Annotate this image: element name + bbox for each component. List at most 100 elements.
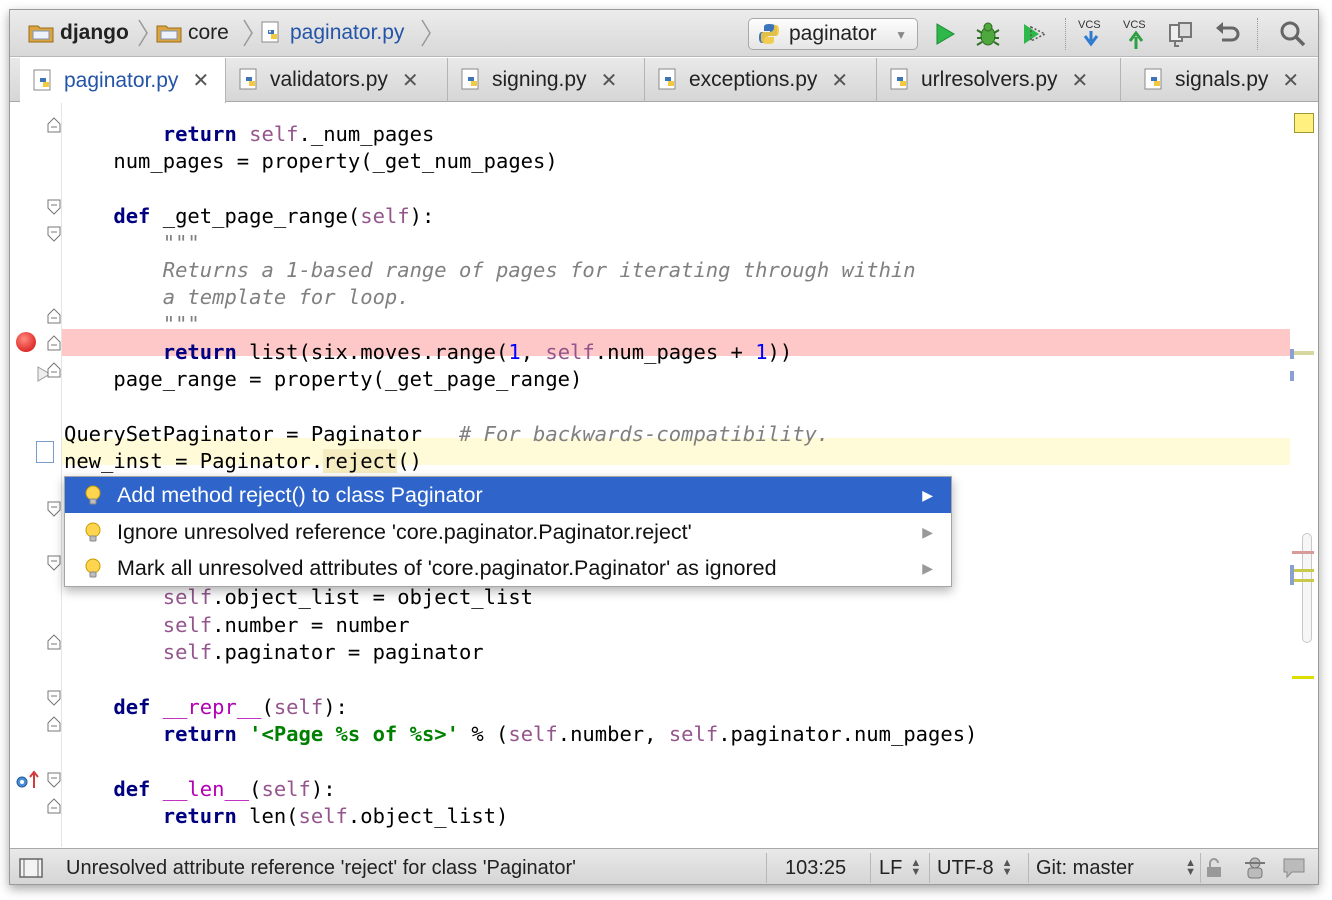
code-line: new_inst = Paginator.reject()	[64, 449, 422, 473]
close-icon[interactable]: ✕	[831, 68, 848, 93]
python-file-icon	[657, 68, 681, 92]
close-icon[interactable]: ✕	[192, 68, 209, 93]
run-with-coverage-button[interactable]	[1018, 17, 1052, 51]
error-stripe-marker[interactable]	[1292, 351, 1314, 355]
error-stripe-marker[interactable]	[1292, 676, 1314, 679]
fold-start-icon[interactable]	[46, 554, 62, 572]
fold-end-icon[interactable]	[46, 361, 62, 379]
python-file-icon	[238, 68, 262, 92]
search-everywhere-button[interactable]	[1276, 17, 1310, 51]
tab-validators[interactable]: validators.py ✕	[226, 58, 448, 102]
breadcrumb-item-paginator[interactable]: paginator.py	[260, 20, 404, 46]
svg-text:VCS: VCS	[1123, 19, 1146, 31]
vcs-commit-button[interactable]: VCS	[1119, 17, 1153, 51]
fold-end-icon[interactable]	[46, 633, 62, 651]
encoding-select[interactable]: UTF-8 ▲ ▼	[937, 849, 1013, 884]
unlock-icon	[1207, 858, 1221, 877]
fold-end-icon[interactable]	[46, 797, 62, 815]
error-stripe-marker[interactable]	[1290, 371, 1294, 381]
code-line: def _get_page_range(self):	[113, 204, 435, 228]
lightbulb-icon	[81, 520, 105, 544]
compare-icon	[1169, 22, 1192, 47]
code-line: self.object_list = object_list	[162, 585, 534, 609]
revert-button[interactable]	[1210, 17, 1244, 51]
fold-end-icon[interactable]	[46, 116, 62, 134]
editor-tab-bar: paginator.py ✕ validators.py ✕ signing.p…	[10, 58, 1318, 103]
toolbar-separator	[1065, 18, 1066, 50]
vcs-update-button[interactable]: VCS	[1074, 17, 1108, 51]
run-icon	[936, 23, 955, 45]
code-editor[interactable]: return self._num_pages num_pages = prope…	[10, 103, 1318, 847]
tab-label: signals.py	[1175, 68, 1269, 91]
error-stripe-marker[interactable]	[1292, 569, 1314, 572]
intention-add-method[interactable]: Add method reject() to class Paginator ▶	[65, 477, 951, 513]
caret-position[interactable]: 103:25	[785, 849, 846, 884]
error-stripe-marker[interactable]	[1292, 551, 1314, 554]
breadcrumb-label: core	[188, 21, 229, 44]
tab-exceptions[interactable]: exceptions.py ✕	[645, 58, 877, 102]
breadcrumb-separator	[243, 19, 253, 47]
status-separator	[1028, 853, 1029, 883]
status-separator	[766, 853, 767, 883]
tab-label: urlresolvers.py	[921, 68, 1058, 91]
tab-paginator[interactable]: paginator.py ✕	[20, 58, 226, 103]
inspection-status-icon[interactable]	[1294, 113, 1314, 133]
breadcrumb-item-django[interactable]: django	[28, 20, 129, 46]
line-separator-label: LF	[879, 856, 903, 879]
editor-gutter[interactable]	[10, 103, 62, 847]
fold-start-icon[interactable]	[46, 771, 62, 789]
close-icon[interactable]: ✕	[601, 68, 618, 93]
error-stripe-marker[interactable]	[1292, 579, 1314, 582]
intention-actions-popup: Add method reject() to class Paginator ▶…	[64, 476, 952, 587]
read-only-toggle[interactable]	[1204, 849, 1224, 884]
code-line: return self._num_pages	[162, 122, 435, 146]
intention-mark-all-ignored[interactable]: Mark all unresolved attributes of 'core.…	[65, 550, 951, 586]
fold-end-icon[interactable]	[46, 715, 62, 733]
vcs-branch-select[interactable]: Git: master ▲ ▼	[1036, 849, 1196, 884]
fold-start-icon[interactable]	[46, 500, 62, 518]
code-line: a template for loop.	[162, 285, 410, 309]
vcs-update-icon: VCS	[1078, 19, 1101, 47]
intention-ignore-reference[interactable]: Ignore unresolved reference 'core.pagina…	[65, 514, 951, 550]
code-line: return list(six.moves.range(1, self.num_…	[162, 340, 793, 364]
tab-signals[interactable]: signals.py ✕	[1121, 58, 1318, 102]
inspection-profile-button[interactable]	[1242, 849, 1268, 884]
fold-start-icon[interactable]	[46, 225, 62, 243]
breadcrumb-item-core[interactable]: core	[156, 20, 229, 46]
tab-urlresolvers[interactable]: urlresolvers.py ✕	[877, 58, 1121, 102]
vertical-scrollbar[interactable]	[1302, 533, 1312, 643]
folder-icon	[156, 23, 182, 43]
status-separator	[1200, 853, 1201, 883]
error-stripe-marker[interactable]	[1290, 565, 1294, 585]
code-line: self.paginator = paginator	[162, 640, 484, 664]
folder-icon	[28, 23, 54, 43]
compare-button[interactable]	[1164, 17, 1198, 51]
override-method-icon[interactable]	[15, 770, 41, 790]
search-icon	[1280, 21, 1306, 47]
error-stripe-marker[interactable]	[1290, 349, 1294, 359]
breadcrumb-separator	[421, 19, 431, 47]
bookmark-icon[interactable]	[36, 441, 54, 463]
line-separator-select[interactable]: LF ▲ ▼	[879, 849, 922, 884]
fold-start-icon[interactable]	[46, 689, 62, 707]
close-icon[interactable]: ✕	[1072, 68, 1089, 93]
lightbulb-icon	[81, 483, 105, 507]
event-log-button[interactable]	[1282, 849, 1306, 884]
run-button[interactable]	[928, 17, 962, 51]
close-icon[interactable]: ✕	[1282, 68, 1299, 93]
navigation-bar: django core paginator.py paginator ▼ VCS…	[10, 10, 1318, 57]
code-line: def __repr__(self):	[113, 695, 348, 719]
intention-label: Mark all unresolved attributes of 'core.…	[117, 555, 777, 580]
tab-signing[interactable]: signing.py ✕	[448, 58, 645, 102]
debug-button[interactable]	[971, 17, 1005, 51]
fold-end-icon[interactable]	[46, 334, 62, 352]
chat-bubble-icon	[1283, 858, 1305, 879]
tab-label: paginator.py	[64, 68, 179, 92]
up-down-arrow-icon: ▲ ▼	[910, 857, 922, 878]
breakpoint-icon[interactable]	[16, 332, 36, 352]
toggle-tool-windows-button[interactable]	[18, 849, 44, 884]
fold-start-icon[interactable]	[46, 198, 62, 216]
close-icon[interactable]: ✕	[402, 68, 419, 93]
fold-end-icon[interactable]	[46, 307, 62, 325]
run-configuration-select[interactable]: paginator ▼	[748, 18, 918, 50]
